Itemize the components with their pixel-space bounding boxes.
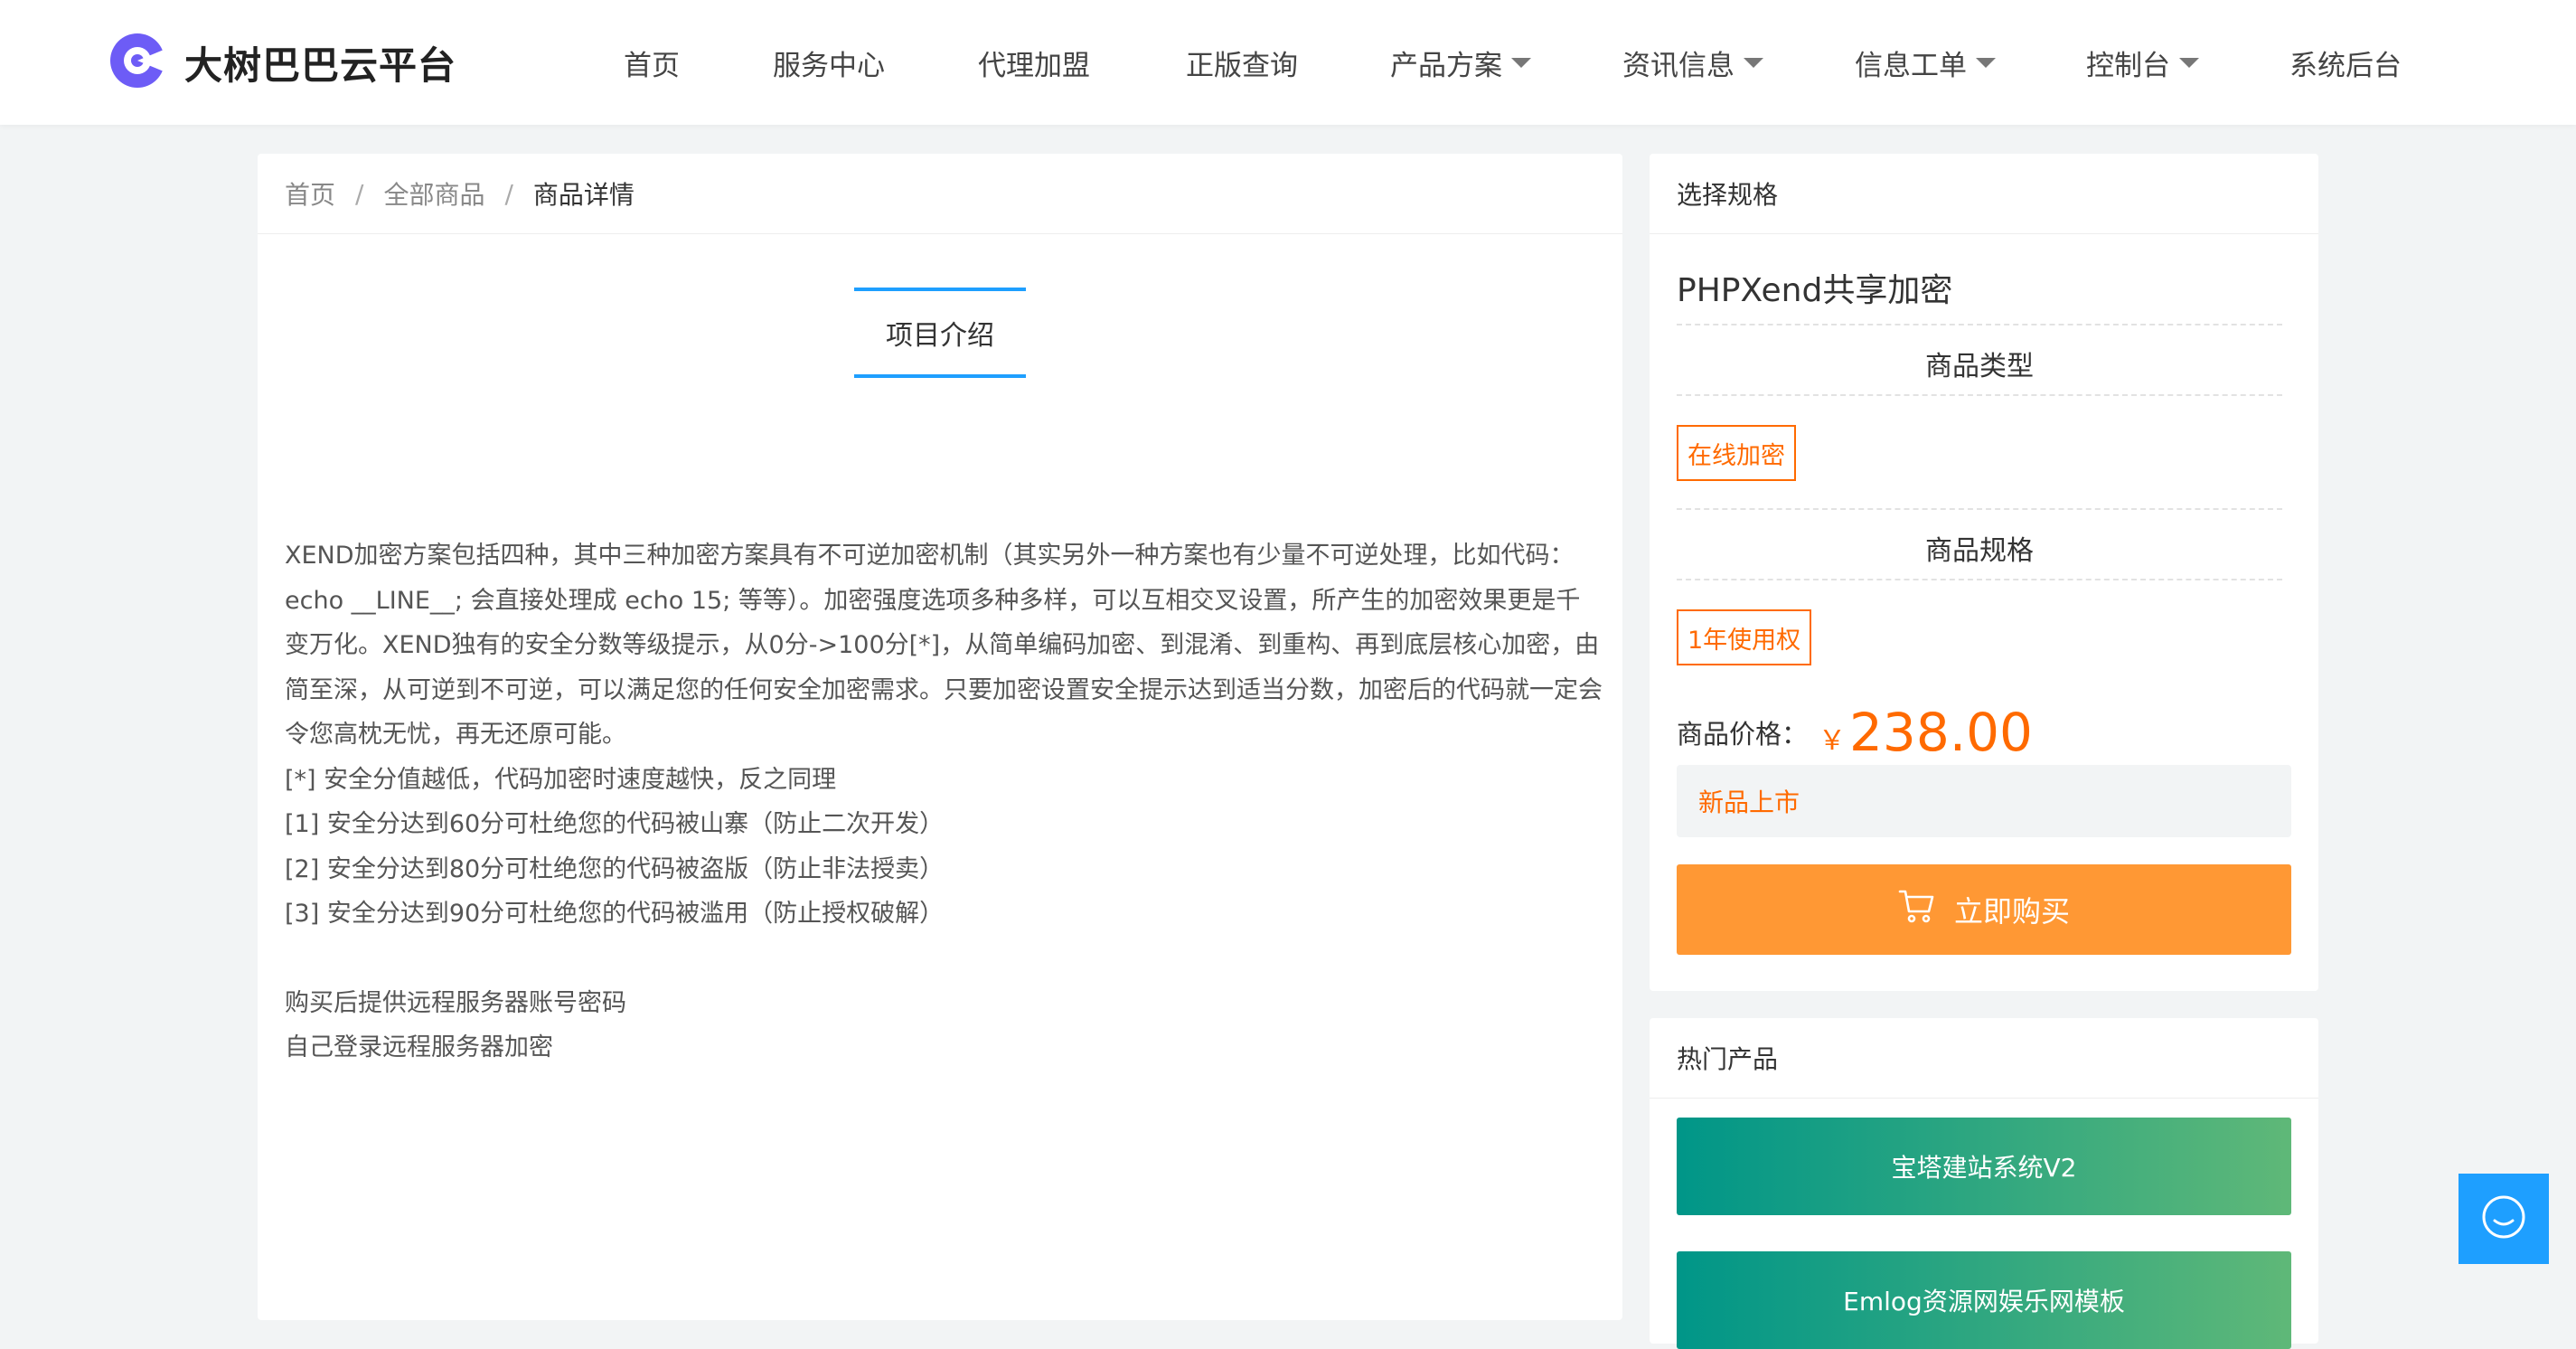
chevron-down-icon <box>1511 57 1531 68</box>
chat-icon <box>2478 1192 2529 1246</box>
product-type-title: 商品类型 <box>1925 351 2034 382</box>
divider <box>1677 579 2282 580</box>
spec-panel-title: 选择规格 <box>1650 154 2318 234</box>
chevron-down-icon <box>2179 57 2199 68</box>
nav-item-console[interactable]: 控制台 <box>2086 0 2199 125</box>
nav-label: 代理加盟 <box>978 49 1090 82</box>
description-line: [3] 安全分达到90分可杜绝您的代码被滥用（防止授权破解） <box>285 900 945 928</box>
description-line: [2] 安全分达到80分可杜绝您的代码被盗版（防止非法授卖） <box>285 854 945 883</box>
description-note: 自己登录远程服务器加密 <box>285 1033 553 1061</box>
hot-products-panel: 热门产品 宝塔建站系统V2 Emlog资源网娱乐网模板 <box>1650 1018 2318 1349</box>
top-header: 大树巴巴云平台 首页 服务中心 代理加盟 正版查询 产品方案 资讯信息 信息工单… <box>0 0 2576 125</box>
product-name: PHPXend共享加密 <box>1677 272 1953 309</box>
breadcrumb-current: 商品详情 <box>532 180 635 210</box>
nav-label: 服务中心 <box>773 49 885 82</box>
nav-label: 正版查询 <box>1186 49 1298 82</box>
breadcrumb-home[interactable]: 首页 <box>285 175 335 212</box>
nav-item-home[interactable]: 首页 <box>624 0 680 125</box>
nav-item-service[interactable]: 服务中心 <box>773 0 885 125</box>
nav-label: 首页 <box>624 49 680 82</box>
buy-now-label: 立即购买 <box>1953 894 2070 929</box>
nav-item-license-check[interactable]: 正版查询 <box>1186 0 1298 125</box>
description-line: [1] 安全分达到60分可杜绝您的代码被山寨（防止二次开发） <box>285 810 945 838</box>
price-value: 238.00 <box>1849 702 2033 763</box>
description-paragraph: XEND加密方案包括四种，其中三种加密方案具有不可逆加密机制（其实另外一种方案也… <box>285 542 1603 749</box>
nav-label: 信息工单 <box>1855 49 1967 82</box>
currency-symbol: ￥ <box>1819 725 1847 757</box>
status-badge: 新品上市 <box>1677 765 2291 837</box>
product-description: XEND加密方案包括四种，其中三种加密方案具有不可逆加密机制（其实另外一种方案也… <box>285 533 1604 1071</box>
nav-label: 产品方案 <box>1390 49 1502 82</box>
hot-product-item[interactable]: Emlog资源网娱乐网模板 <box>1677 1251 2291 1349</box>
divider <box>1677 508 2282 510</box>
product-detail-panel: 首页 / 全部商品 / 商品详情 项目介绍 XEND加密方案包括四种，其中三种加… <box>258 154 1622 1320</box>
type-option-online-encrypt[interactable]: 在线加密 <box>1677 425 1796 481</box>
spec-panel: 选择规格 PHPXend共享加密 商品类型 在线加密 商品规格 1年使用权 商品… <box>1650 154 2318 991</box>
chat-button[interactable] <box>2458 1174 2549 1264</box>
buy-now-button[interactable]: 立即购买 <box>1677 864 2291 955</box>
divider <box>1677 324 2282 325</box>
main-nav: 首页 服务中心 代理加盟 正版查询 产品方案 资讯信息 信息工单 控制台 系统后… <box>0 0 2576 125</box>
nav-item-news[interactable]: 资讯信息 <box>1622 0 1763 125</box>
nav-item-products[interactable]: 产品方案 <box>1390 0 1531 125</box>
breadcrumb-all-products[interactable]: 全部商品 <box>383 175 484 212</box>
nav-label: 系统后台 <box>2289 49 2402 82</box>
breadcrumb: 首页 / 全部商品 / 商品详情 <box>258 154 1622 234</box>
chevron-down-icon <box>1744 57 1763 68</box>
tab-project-intro[interactable]: 项目介绍 <box>854 288 1026 378</box>
breadcrumb-separator: / <box>355 178 364 209</box>
nav-label: 资讯信息 <box>1622 49 1735 82</box>
product-spec-title: 商品规格 <box>1925 535 2034 567</box>
description-line: [*] 安全分值越低，代码加密时速度越快，反之同理 <box>285 765 837 794</box>
hot-product-item[interactable]: 宝塔建站系统V2 <box>1677 1118 2291 1215</box>
breadcrumb-separator: / <box>504 178 513 209</box>
hot-products-title: 热门产品 <box>1650 1018 2318 1099</box>
description-note: 购买后提供远程服务器账号密码 <box>285 988 626 1017</box>
price-row: 商品价格： ￥ 238.00 <box>1677 696 2033 769</box>
divider <box>1677 394 2282 396</box>
nav-item-tickets[interactable]: 信息工单 <box>1855 0 1996 125</box>
cart-icon <box>1898 888 1954 931</box>
chevron-down-icon <box>1976 57 1996 68</box>
price-label: 商品价格： <box>1677 719 1809 750</box>
spec-option-one-year[interactable]: 1年使用权 <box>1677 609 1812 665</box>
nav-item-admin[interactable]: 系统后台 <box>2289 0 2402 125</box>
nav-label: 控制台 <box>2086 49 2170 82</box>
nav-item-agent[interactable]: 代理加盟 <box>978 0 1090 125</box>
